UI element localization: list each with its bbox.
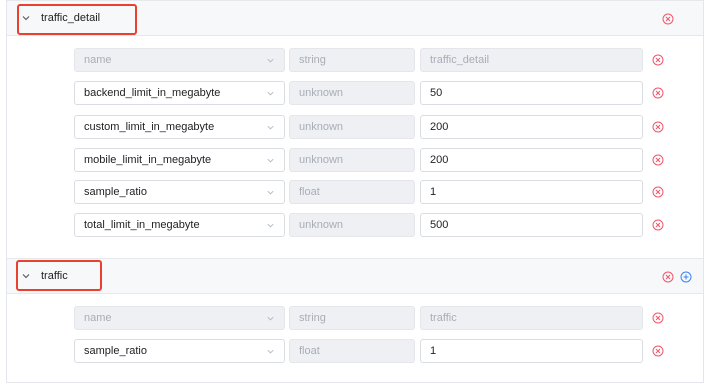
remove-circle-icon[interactable] bbox=[652, 219, 664, 231]
field-type-input: unknown bbox=[289, 213, 415, 237]
field-key-select: name bbox=[74, 48, 285, 72]
field-row: sample_ratio float 1 bbox=[0, 339, 710, 363]
field-type-text: float bbox=[299, 186, 320, 198]
remove-circle-icon[interactable] bbox=[652, 87, 664, 99]
field-value-input: traffic bbox=[420, 306, 643, 330]
chevron-down-icon bbox=[267, 91, 274, 95]
field-type-text: string bbox=[299, 54, 326, 66]
chevron-down-icon bbox=[267, 349, 274, 353]
field-type-input: unknown bbox=[289, 148, 415, 172]
field-key-select[interactable]: backend_limit_in_megabyte bbox=[74, 81, 285, 105]
field-key-text: name bbox=[84, 54, 112, 66]
field-key-select[interactable]: mobile_limit_in_megabyte bbox=[74, 148, 285, 172]
field-type-text: unknown bbox=[299, 219, 344, 231]
field-value-text: 500 bbox=[430, 219, 449, 231]
chevron-down-icon bbox=[22, 274, 30, 279]
add-circle-icon[interactable] bbox=[680, 271, 692, 283]
field-value-text: 50 bbox=[430, 87, 443, 99]
field-key-text: custom_limit_in_megabyte bbox=[84, 121, 215, 133]
chevron-down-icon bbox=[267, 125, 274, 129]
group-name: traffic bbox=[41, 270, 68, 282]
remove-circle-icon[interactable] bbox=[652, 121, 664, 133]
field-row: total_limit_in_megabyte unknown 500 bbox=[0, 213, 710, 237]
field-key-select: name bbox=[74, 306, 285, 330]
field-key-select[interactable]: total_limit_in_megabyte bbox=[74, 213, 285, 237]
field-value-input[interactable]: 200 bbox=[420, 115, 643, 139]
group-toggle-traffic[interactable]: traffic bbox=[7, 259, 68, 293]
field-row: backend_limit_in_megabyte unknown 50 bbox=[0, 81, 710, 105]
field-value-input[interactable]: 200 bbox=[420, 148, 643, 172]
field-type-input: float bbox=[289, 180, 415, 204]
group-toggle-traffic-detail[interactable]: traffic_detail bbox=[7, 1, 100, 35]
chevron-down-icon bbox=[267, 316, 274, 320]
field-value-text: 1 bbox=[430, 186, 437, 198]
field-type-text: float bbox=[299, 345, 320, 357]
field-value-input: traffic_detail bbox=[420, 48, 643, 72]
field-type-input: string bbox=[289, 48, 415, 72]
field-value-text: traffic bbox=[430, 312, 457, 324]
field-row: mobile_limit_in_megabyte unknown 200 bbox=[0, 148, 710, 172]
field-value-text: 1 bbox=[430, 345, 437, 357]
chevron-down-icon bbox=[267, 223, 274, 227]
remove-circle-icon[interactable] bbox=[652, 312, 664, 324]
field-key-text: mobile_limit_in_megabyte bbox=[84, 154, 212, 166]
field-key-text: total_limit_in_megabyte bbox=[84, 219, 200, 231]
chevron-down-icon bbox=[267, 58, 274, 62]
field-key-select[interactable]: sample_ratio bbox=[74, 180, 285, 204]
remove-circle-icon[interactable] bbox=[662, 13, 674, 25]
field-key-text: sample_ratio bbox=[84, 186, 147, 198]
field-value-text: 200 bbox=[430, 154, 449, 166]
remove-circle-icon[interactable] bbox=[662, 271, 674, 283]
remove-circle-icon[interactable] bbox=[652, 186, 664, 198]
chevron-down-icon bbox=[267, 190, 274, 194]
field-type-input: unknown bbox=[289, 115, 415, 139]
field-type-text: unknown bbox=[299, 87, 344, 99]
field-key-select[interactable]: custom_limit_in_megabyte bbox=[74, 115, 285, 139]
chevron-down-icon bbox=[267, 158, 274, 162]
field-value-input[interactable]: 1 bbox=[420, 180, 643, 204]
group-name: traffic_detail bbox=[41, 12, 101, 24]
field-type-text: unknown bbox=[299, 121, 344, 133]
field-key-text: name bbox=[84, 312, 112, 324]
field-type-input: unknown bbox=[289, 81, 415, 105]
field-value-text: 200 bbox=[430, 121, 449, 133]
field-type-text: string bbox=[299, 312, 326, 324]
field-row: name string traffic bbox=[0, 306, 710, 330]
field-value-input[interactable]: 1 bbox=[420, 339, 643, 363]
field-type-input: string bbox=[289, 306, 415, 330]
chevron-down-icon bbox=[22, 16, 30, 21]
group-header-traffic-detail: traffic_detail bbox=[7, 0, 703, 36]
field-value-input[interactable]: 500 bbox=[420, 213, 643, 237]
field-key-text: sample_ratio bbox=[84, 345, 147, 357]
field-row: name string traffic_detail bbox=[0, 48, 710, 72]
remove-circle-icon[interactable] bbox=[652, 154, 664, 166]
field-type-input: float bbox=[289, 339, 415, 363]
field-row: custom_limit_in_megabyte unknown 200 bbox=[0, 115, 710, 139]
field-key-select[interactable]: sample_ratio bbox=[74, 339, 285, 363]
field-type-text: unknown bbox=[299, 154, 344, 166]
group-header-traffic: traffic bbox=[7, 258, 703, 294]
remove-circle-icon[interactable] bbox=[652, 54, 664, 66]
field-value-text: traffic_detail bbox=[430, 54, 490, 66]
field-value-input[interactable]: 50 bbox=[420, 81, 643, 105]
remove-circle-icon[interactable] bbox=[652, 345, 664, 357]
field-row: sample_ratio float 1 bbox=[0, 180, 710, 204]
field-key-text: backend_limit_in_megabyte bbox=[84, 87, 221, 99]
